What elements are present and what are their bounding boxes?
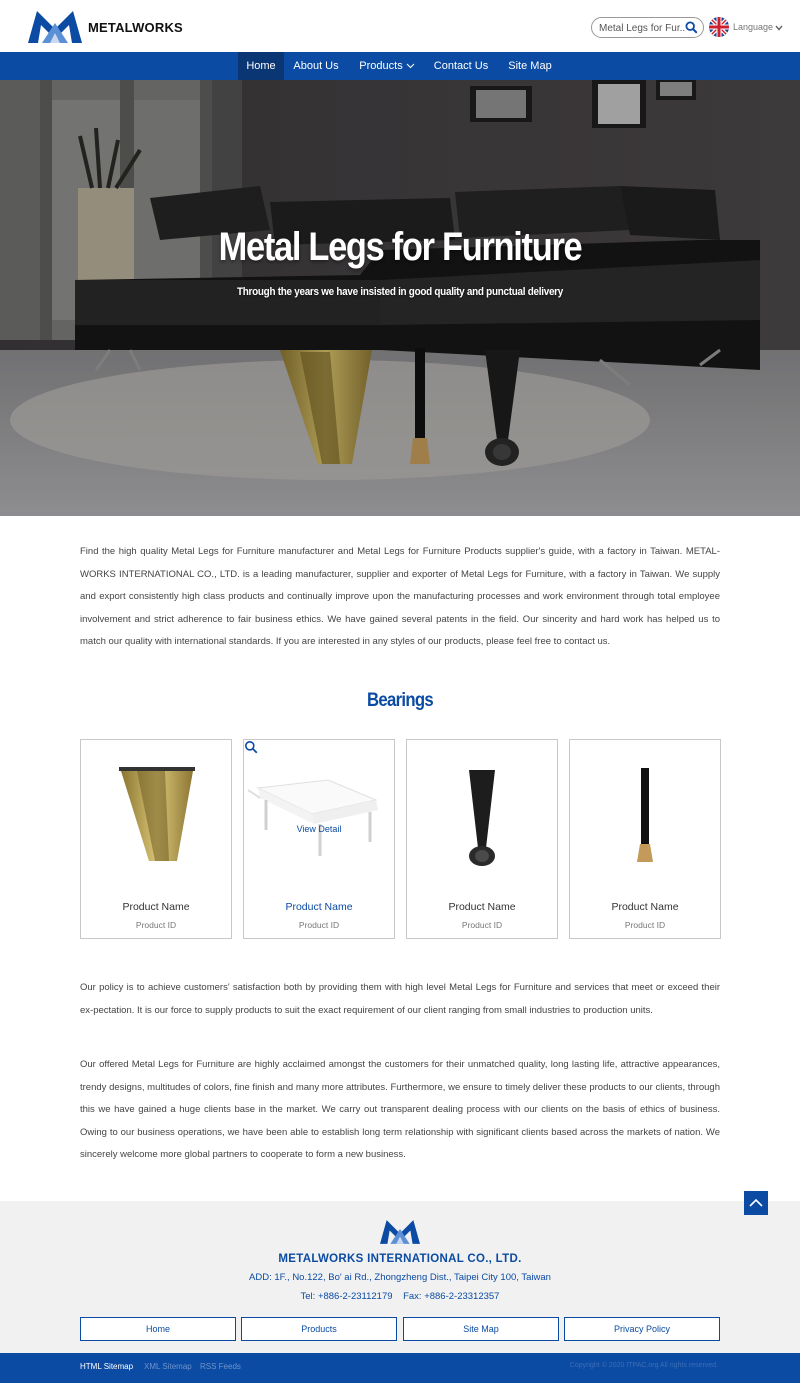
footer-company-name: METALWORKS INTERNATIONAL CO., LTD. (278, 1253, 522, 1265)
product-image-tapered-black-leg (469, 770, 495, 866)
search-icon[interactable] (244, 740, 258, 754)
footer-address: ADD: 1F., No.122, Bo' ai Rd., Zhongzheng… (249, 1272, 551, 1283)
language-selector[interactable]: Language (733, 22, 773, 32)
section-title: Bearings (367, 690, 434, 711)
hero-banner: Metal Legs for Furniture Through the yea… (0, 80, 800, 516)
nav-about-us[interactable]: About Us (287, 52, 345, 80)
product-image-adjustable-bed (247, 779, 378, 856)
chevron-down-icon (406, 63, 415, 69)
product-id: Product ID (298, 920, 340, 930)
search-box (591, 17, 704, 38)
nav-products[interactable]: Products (352, 52, 422, 80)
product-id: Product ID (624, 920, 666, 930)
footer-contact: Tel: +886-2-23112179 Fax: +886-2-2331235… (0, 1291, 800, 1302)
view-detail-link[interactable]: View Detail (244, 824, 394, 834)
offered-paragraph: Our offered Metal Legs for Furniture are… (80, 1059, 720, 1160)
product-name: Product Name (122, 901, 190, 913)
nav-site-map[interactable]: Site Map (502, 52, 558, 80)
product-name: Product Name (285, 901, 353, 913)
chevron-up-icon (749, 1198, 763, 1207)
search-icon[interactable] (685, 21, 698, 34)
brand-name: METALWORKS (88, 20, 183, 35)
rss-feeds-link[interactable]: RSS Feeds (200, 1362, 241, 1371)
footer-privacy-policy-button[interactable]: Privacy Policy (564, 1317, 720, 1341)
footer-tel: Tel: +886-2-23112179 (300, 1291, 393, 1302)
product-id: Product ID (461, 920, 503, 930)
footer-site-map-button[interactable]: Site Map (403, 1317, 559, 1341)
policy-paragraph: Our policy is to achieve customers' sati… (80, 982, 720, 1016)
product-card[interactable]: Product Name Product ID (406, 739, 558, 939)
metalworks-logo[interactable] (28, 11, 82, 43)
search-input[interactable] (599, 21, 685, 35)
footer-logo[interactable] (380, 1219, 420, 1245)
product-image-thin-black-leg (637, 768, 653, 862)
uk-flag-icon[interactable] (709, 17, 729, 37)
bottom-bar: HTML Sitemap XML Sitemap RSS Feeds Copyr… (0, 1353, 800, 1383)
footer-home-button[interactable]: Home (80, 1317, 236, 1341)
xml-sitemap-link[interactable]: XML Sitemap (144, 1362, 192, 1371)
hero-background-image (0, 80, 800, 516)
copyright-text: Copyright © 2020 ITPAC.org All rights re… (569, 1362, 718, 1369)
product-card[interactable]: Product Name Product ID (80, 739, 232, 939)
site-header: METALWORKS Language (0, 0, 800, 52)
footer-fax: Fax: +886-2-23312357 (403, 1291, 500, 1302)
intro-paragraph: Find the high quality Metal Legs for Fur… (80, 546, 720, 647)
chevron-down-icon[interactable] (775, 25, 783, 31)
nav-contact-us[interactable]: Contact Us (428, 52, 494, 80)
site-footer: METALWORKS INTERNATIONAL CO., LTD. ADD: … (0, 1201, 800, 1353)
hero-title: Metal Legs for Furniture (218, 225, 583, 269)
product-name: Product Name (448, 901, 516, 913)
footer-products-button[interactable]: Products (241, 1317, 397, 1341)
product-image-gold-v-leg (119, 767, 195, 861)
main-nav: Home About Us Products Contact Us Site M… (0, 52, 800, 80)
nav-home[interactable]: Home (238, 52, 284, 80)
hero-subtitle: Through the years we have insisted in go… (236, 286, 564, 298)
nav-products-label: Products (359, 60, 403, 72)
product-name: Product Name (611, 901, 679, 913)
back-to-top-button[interactable] (744, 1191, 768, 1215)
product-id: Product ID (135, 920, 177, 930)
product-card[interactable]: Product Name Product ID (569, 739, 721, 939)
html-sitemap-link[interactable]: HTML Sitemap (80, 1362, 133, 1371)
product-card[interactable]: View Detail Product Name Product ID (243, 739, 395, 939)
